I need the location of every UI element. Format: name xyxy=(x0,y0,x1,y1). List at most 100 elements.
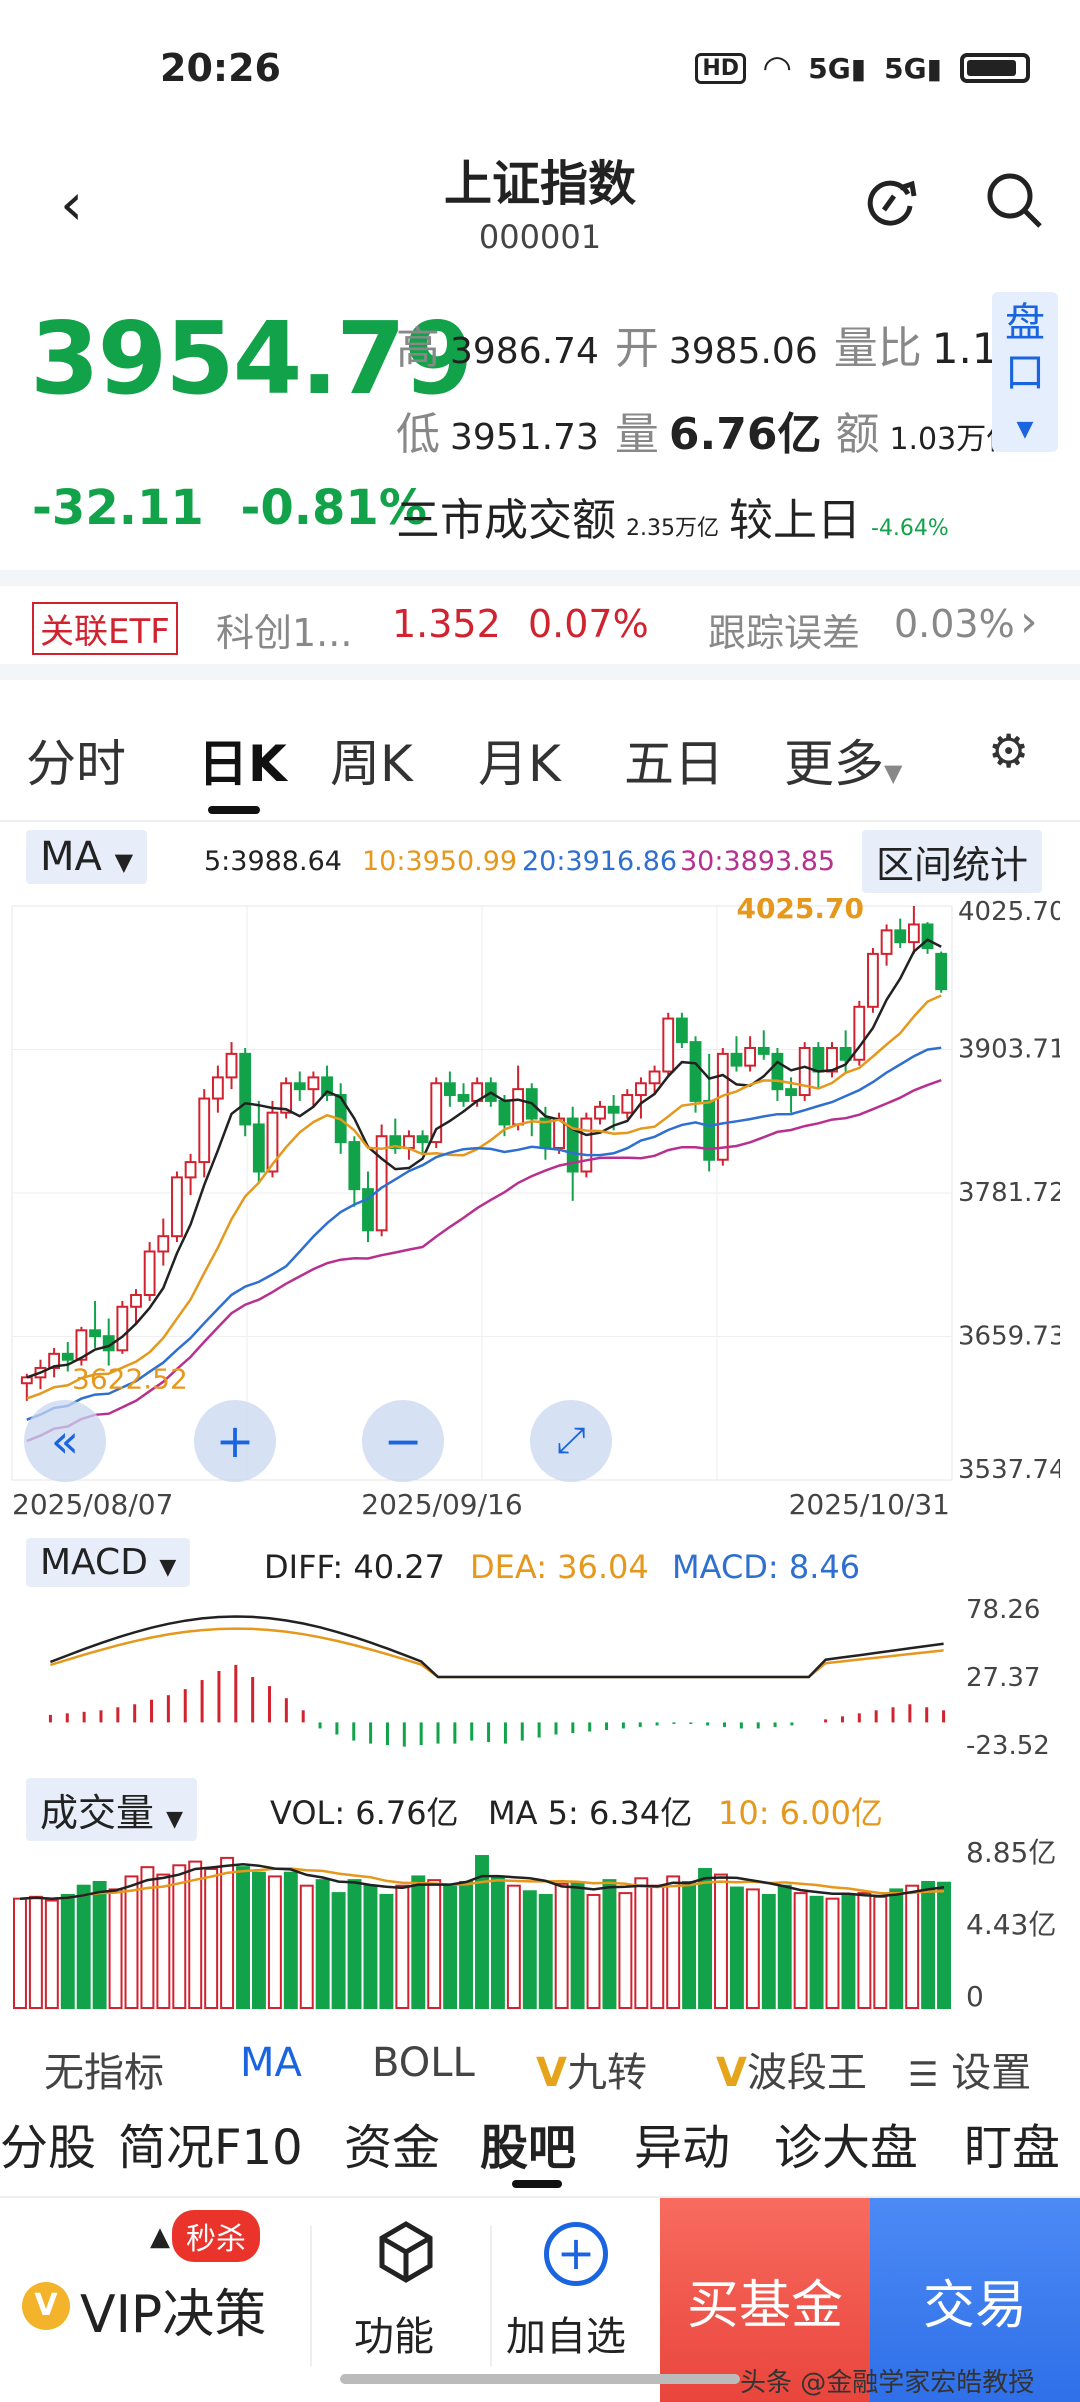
sub-tab-forum[interactable]: 股吧 xyxy=(480,2108,576,2178)
status-icons: HD ◠ 5G▮ 5G▮ xyxy=(695,48,1030,88)
tab-intraday[interactable]: 分时 xyxy=(26,724,126,796)
sub-tab-diagnosis[interactable]: 诊大盘 xyxy=(774,2108,918,2178)
ma-selector[interactable]: MA ▼ xyxy=(26,830,148,884)
quote-row-2: 低 3951.73 量 6.76亿 额 1.03万亿 xyxy=(396,398,1016,462)
candle-body xyxy=(348,1141,361,1191)
candle-body xyxy=(403,1135,415,1149)
zoom-out-icon[interactable]: − xyxy=(362,1400,444,1482)
volume-label: 量 xyxy=(614,409,659,460)
cube-icon xyxy=(379,2221,433,2283)
change-value: -32.11 xyxy=(32,480,204,536)
macd-chart[interactable]: 78.26 27.37 -23.52 xyxy=(10,1595,1060,1770)
tab-underline xyxy=(208,806,260,814)
candle-body xyxy=(89,1329,101,1338)
volume-bar xyxy=(443,1884,458,2009)
macd-selector[interactable]: MACD ▼ xyxy=(26,1538,191,1587)
range-stat-button[interactable]: 区间统计 xyxy=(862,830,1043,893)
market-turnover-value: 2.35万亿 xyxy=(626,516,719,541)
search-icon[interactable] xyxy=(980,166,1048,234)
sub-tab-underline xyxy=(512,2180,562,2188)
etf-bar[interactable]: 关联ETF 科创1... 1.352 0.07% 跟踪误差 0.03% › xyxy=(0,570,1080,680)
diff-line xyxy=(49,1615,944,1679)
indicator-ma[interactable]: MA xyxy=(240,2040,302,2086)
amount-label: 额 xyxy=(835,409,880,460)
indicator-settings[interactable]: ☰ 设置 xyxy=(908,2040,1031,2098)
volume-bar xyxy=(634,1877,649,2009)
zoom-in-icon[interactable]: + xyxy=(194,1400,276,1482)
open-label: 开 xyxy=(614,323,659,374)
ma20-value: 20:3916.86 xyxy=(522,846,678,877)
ma5-value: 5:3988.64 xyxy=(204,846,342,877)
volume-bar xyxy=(188,1860,203,2009)
rewind-icon[interactable]: « xyxy=(24,1400,106,1482)
volume-bar xyxy=(889,1888,904,2009)
ma-legend: MA ▼ 5:3988.64 10:3950.99 20:3916.86 30:… xyxy=(26,828,1066,898)
sub-tab-f10[interactable]: 简况F10 xyxy=(118,2108,303,2178)
caret-up-icon: ▲ xyxy=(150,2222,170,2252)
candle-body xyxy=(689,1041,702,1102)
function-label: 功能 xyxy=(354,2314,434,2360)
quote-row-3: 三市成交额 2.35万亿 较上日 -4.64% xyxy=(396,484,949,548)
tab-monthly-k[interactable]: 月K xyxy=(478,724,561,796)
volume-bar xyxy=(857,1892,872,2009)
candle-body xyxy=(798,1046,811,1097)
volume-selector[interactable]: 成交量 ▼ xyxy=(26,1778,198,1841)
candle-body xyxy=(757,1046,770,1055)
volume-bar xyxy=(841,1893,856,2010)
y-tick-label: 8.85亿 xyxy=(966,1838,1056,1869)
indicator-jiuzhuan[interactable]: V九转 xyxy=(536,2040,647,2098)
candle-body xyxy=(116,1305,129,1352)
volume-chart[interactable]: 8.85亿 4.43亿 0 xyxy=(10,1836,1060,2013)
gear-icon[interactable]: ⚙ xyxy=(988,724,1029,778)
tab-five-day[interactable]: 五日 xyxy=(624,724,724,796)
x-tick-label: 2025/10/31 xyxy=(789,1488,950,1521)
vip-button[interactable]: ▲ 秒杀 V VIP决策 xyxy=(14,2198,304,2402)
volume-bar xyxy=(204,1868,219,2009)
candle-body xyxy=(307,1076,320,1091)
indicator-none[interactable]: 无指标 xyxy=(44,2040,164,2098)
indicator-boll[interactable]: BOLL xyxy=(372,2040,475,2086)
function-button[interactable]: 功能 xyxy=(330,2198,480,2402)
price-change: -32.11 -0.81% xyxy=(32,480,427,536)
sub-tab-watch[interactable]: 盯盘 xyxy=(964,2108,1060,2178)
add-watchlist-button[interactable]: + 加自选 xyxy=(500,2198,650,2402)
sub-tab-funds[interactable]: 资金 xyxy=(344,2108,440,2178)
v-badge-icon: V xyxy=(536,2050,567,2096)
etf-tag: 关联ETF xyxy=(32,602,178,655)
y-tick-label: 0 xyxy=(966,1980,984,2013)
low-label: 低 xyxy=(396,409,440,460)
volume-bar xyxy=(618,1892,633,2009)
candle-body xyxy=(143,1250,156,1297)
tracking-label: 跟踪误差 xyxy=(708,611,861,655)
indicator-boduanwang[interactable]: V波段王 xyxy=(716,2040,867,2098)
candle-body xyxy=(171,1176,183,1238)
volume-bar xyxy=(172,1864,187,2010)
sub-tab-movement[interactable]: 异动 xyxy=(634,2108,730,2178)
tab-more[interactable]: 更多▼ xyxy=(784,724,902,796)
refresh-icon[interactable] xyxy=(856,166,924,234)
volume-bar xyxy=(714,1873,728,2009)
signal-icon-2: 5G▮ xyxy=(884,51,942,85)
x-tick-label: 2025/09/16 xyxy=(361,1488,522,1521)
volume-bar xyxy=(347,1879,362,2010)
volume-bar xyxy=(315,1879,330,2010)
pankou-button[interactable]: 盘口 ▼ xyxy=(992,292,1058,452)
tracking-value: 0.03% xyxy=(894,602,1015,646)
sub-tab-stocks[interactable]: 分股 xyxy=(0,2108,96,2178)
macd-svg: 78.26 27.37 -23.52 xyxy=(48,1595,1050,1761)
tab-weekly-k[interactable]: 周K xyxy=(330,724,413,796)
volume-bar xyxy=(682,1880,697,2009)
volume-value: 6.76亿 xyxy=(668,409,822,460)
candle-body xyxy=(812,1046,825,1073)
vol-ratio-label: 量比 xyxy=(833,323,922,374)
settings-icon: ☰ xyxy=(908,2055,939,2095)
volume-bar xyxy=(427,1879,442,2010)
tab-daily-k[interactable]: 日K xyxy=(198,724,287,796)
expand-icon[interactable]: ⤢ xyxy=(530,1400,612,1482)
macd-header: MACD ▼ DIFF: 40.27 DEA: 36.04 MACD: 8.46 xyxy=(26,1538,1066,1598)
kline-chart[interactable]: 4025.70 3903.71 3781.72 3659.73 3537.74 2025/… xyxy=(10,892,1066,1528)
candle-body xyxy=(375,1135,388,1232)
volume-bar xyxy=(76,1884,91,2009)
volume-bar xyxy=(873,1895,888,2009)
tab-more-label: 更多 xyxy=(784,735,884,793)
